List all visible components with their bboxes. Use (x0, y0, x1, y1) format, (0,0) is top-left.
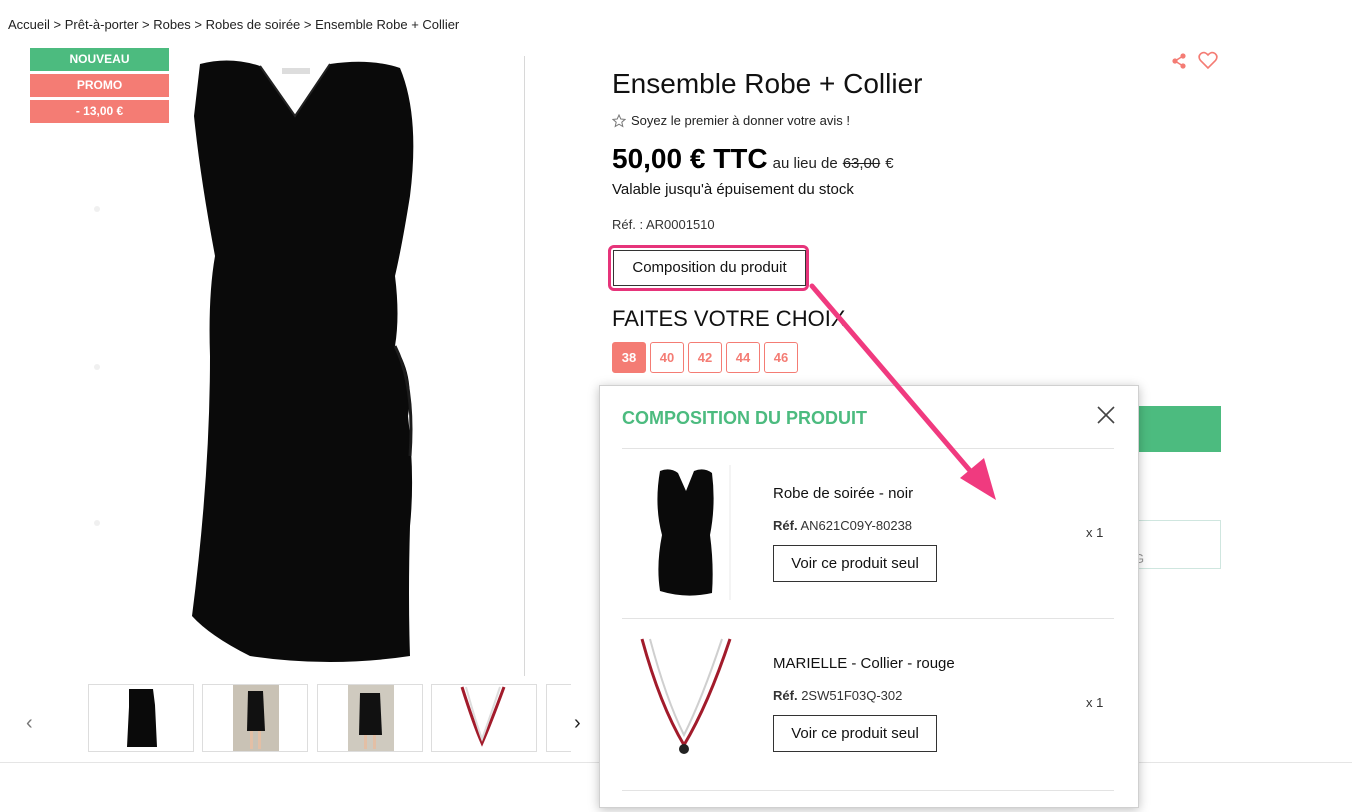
item-ref-label: Réf. (773, 518, 798, 533)
secondary-button[interactable] (1138, 520, 1221, 569)
view-product-button[interactable]: Voir ce produit seul (773, 545, 937, 582)
breadcrumb[interactable]: Accueil > Prêt-à-porter > Robes > Robes … (8, 17, 459, 32)
thumbnail[interactable] (88, 684, 194, 752)
item-name: Robe de soirée - noir (773, 485, 914, 502)
badges: NOUVEAU PROMO - 13,00 € (30, 48, 169, 126)
review-prompt-text[interactable]: Soyez le premier à donner votre avis ! (631, 113, 850, 128)
composition-popup: COMPOSITION DU PRODUIT Robe de soirée - … (599, 385, 1139, 808)
view-product-button[interactable]: Voir ce produit seul (773, 715, 937, 752)
popup-title: COMPOSITION DU PRODUIT (622, 408, 868, 428)
star-icon (612, 113, 626, 128)
old-price: 63,00 (842, 155, 881, 172)
badge-discount: - 13,00 € (30, 100, 169, 123)
item-ref: Réf. AN621C09Y-80238 (773, 518, 912, 533)
heart-icon[interactable] (1198, 51, 1218, 70)
dress-image (192, 60, 414, 662)
thumbnail[interactable] (202, 684, 309, 752)
dress-thumbnail (657, 465, 731, 600)
carousel-dot (94, 520, 100, 526)
badge-new: NOUVEAU (30, 48, 169, 71)
item-ref-label: Réf. (773, 688, 798, 703)
main-product-image[interactable] (94, 56, 525, 676)
item-ref-value: AN621C09Y-80238 (800, 518, 913, 533)
close-icon[interactable] (1095, 404, 1117, 426)
item-quantity: x 1 (1086, 525, 1104, 540)
price-row: 50,00 € TTC au lieu de 63,00 € (612, 143, 894, 175)
size-option[interactable]: 44 (726, 342, 760, 373)
thumbnail[interactable] (431, 684, 538, 752)
item-quantity: x 1 (1086, 695, 1104, 710)
necklace-thumbnail (640, 638, 732, 754)
size-option[interactable]: 46 (764, 342, 798, 373)
choice-heading: FAITES VOTRE CHOIX (612, 306, 846, 331)
composition-button[interactable]: Composition du produit (613, 250, 806, 286)
size-option[interactable]: 40 (650, 342, 684, 373)
instead-of-label: au lieu de (772, 155, 838, 172)
chevron-left-icon[interactable]: ‹ (26, 712, 33, 735)
size-option[interactable]: 38 (612, 342, 646, 373)
thumbnail[interactable] (316, 684, 423, 752)
product-title: Ensemble Robe + Collier (612, 68, 923, 99)
composition-item: MARIELLE - Collier - rouge Réf. 2SW51F03… (622, 619, 1114, 769)
thumbnail[interactable] (545, 684, 571, 752)
product-ref: Réf. : AR0001510 (612, 217, 715, 232)
badge-promo: PROMO (30, 74, 169, 97)
size-selector: 38 40 42 44 46 (612, 342, 798, 373)
stock-note: Valable jusqu'à épuisement du stock (612, 181, 854, 198)
item-name: MARIELLE - Collier - rouge (773, 655, 955, 672)
old-price-currency: € (885, 155, 894, 172)
carousel-dot (94, 206, 100, 212)
size-option[interactable]: 42 (688, 342, 722, 373)
current-price: 50,00 € TTC (612, 143, 768, 174)
divider (622, 790, 1114, 791)
carousel-dot (94, 364, 100, 370)
add-to-cart-button[interactable] (1138, 406, 1221, 452)
item-ref: Réf. 2SW51F03Q-302 (773, 688, 902, 703)
thumbnail-strip (88, 684, 571, 754)
composition-item: Robe de soirée - noir Réf. AN621C09Y-802… (622, 449, 1114, 600)
item-ref-value: 2SW51F03Q-302 (801, 688, 903, 703)
share-icon[interactable] (1170, 52, 1188, 70)
review-prompt[interactable]: Soyez le premier à donner votre avis ! (612, 113, 850, 128)
chevron-right-icon[interactable]: › (574, 712, 581, 735)
